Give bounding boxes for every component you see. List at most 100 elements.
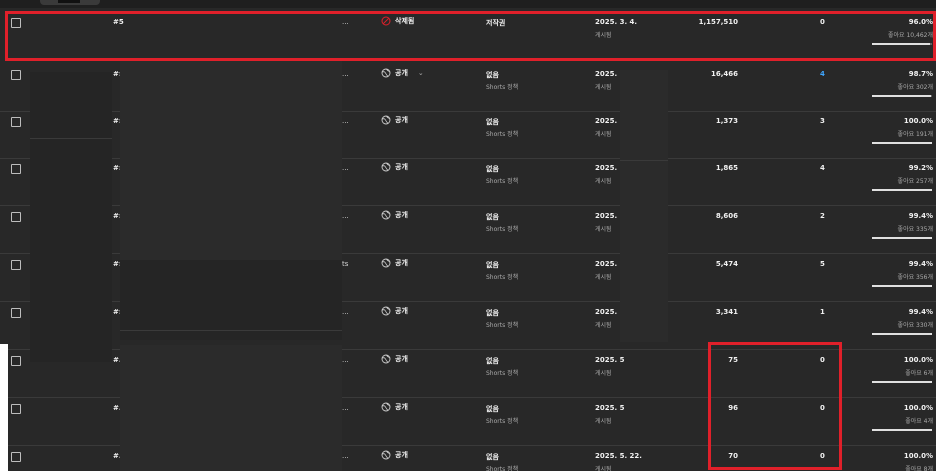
visibility-label: 공개: [395, 307, 408, 315]
comments-count: 2: [820, 212, 825, 220]
likes-bar-fill: [872, 285, 932, 287]
globe-icon: [381, 450, 391, 460]
views-count: 1,373: [715, 117, 738, 125]
content-table-screen: #5... 삭제됨 저작권 2025. 3. 4. 게시됨 1,157,510 0 96.0%…: [0, 0, 936, 471]
visibility-cell[interactable]: 공개: [381, 258, 408, 268]
visibility-cell[interactable]: 공개: [381, 115, 408, 125]
comments-count[interactable]: 4: [820, 70, 825, 78]
visibility-label: 공개: [395, 355, 408, 363]
comments-count: 5: [820, 260, 825, 268]
row-checkbox[interactable]: [11, 260, 21, 270]
globe-icon: [381, 306, 391, 316]
date-label: 2025. 5. 22.: [595, 452, 642, 460]
likes-count: 좋아요 302개: [897, 84, 933, 91]
visibility-label: 공개: [395, 69, 408, 77]
restriction-label: 없음: [486, 309, 499, 317]
likes-bar: [872, 285, 932, 287]
likes-bar-fill: [872, 429, 932, 431]
likes-count: 좋아요 191개: [897, 131, 933, 138]
globe-icon: [381, 354, 391, 364]
video-title-truncated: ...: [342, 356, 349, 364]
globe-icon: [381, 162, 391, 172]
likes-bar: [872, 333, 932, 335]
visibility-cell[interactable]: 공개: [381, 450, 408, 460]
likes-percent: 100.0%: [903, 404, 933, 412]
visibility-label: 공개: [395, 116, 408, 124]
likes-percent: 100.0%: [903, 356, 933, 364]
date-status: 게시됨: [595, 418, 612, 425]
restriction-label: 없음: [486, 71, 499, 79]
date-status: 게시됨: [595, 466, 612, 471]
restriction-label: 없음: [486, 405, 499, 413]
visibility-label: 공개: [395, 403, 408, 411]
globe-icon: [381, 210, 391, 220]
likes-bar-fill: [872, 142, 932, 144]
window-edge: [0, 344, 8, 471]
likes-bar-fill: [872, 333, 932, 335]
date-status: 게시됨: [595, 274, 612, 281]
comments-count: 3: [820, 117, 825, 125]
date-label: 2025. 5: [595, 356, 625, 364]
visibility-cell[interactable]: 공개: [381, 162, 408, 172]
row-checkbox[interactable]: [11, 404, 21, 414]
restriction-label: 없음: [486, 453, 499, 461]
visibility-cell[interactable]: 공개: [381, 402, 408, 412]
redaction-edge: [620, 160, 668, 161]
visibility-cell[interactable]: 공개 ⌄: [381, 68, 424, 78]
video-title-truncated: ts: [342, 260, 349, 268]
row-checkbox[interactable]: [11, 164, 21, 174]
top-bar: [0, 0, 936, 8]
top-tab-indicator: [58, 0, 80, 3]
restriction-label: 없음: [486, 213, 499, 221]
likes-count: 좋아요 6개: [905, 370, 933, 377]
likes-count: 좋아요 356개: [897, 274, 933, 281]
redaction-block: [620, 70, 668, 342]
likes-percent: 100.0%: [903, 452, 933, 460]
likes-bar: [872, 237, 932, 239]
visibility-label: 공개: [395, 259, 408, 267]
visibility-label: 공개: [395, 211, 408, 219]
visibility-cell[interactable]: 공개: [381, 306, 408, 316]
likes-bar: [872, 142, 932, 144]
likes-bar: [872, 189, 932, 191]
restriction-sub: Shorts 정책: [486, 84, 519, 91]
comments-count: 4: [820, 164, 825, 172]
visibility-cell[interactable]: 공개: [381, 354, 408, 364]
likes-count: 좋아요 8개: [905, 466, 933, 471]
globe-icon: [381, 68, 391, 78]
likes-percent: 99.4%: [908, 308, 933, 316]
likes-bar: [872, 429, 932, 431]
redaction-block: [30, 72, 112, 362]
video-title-truncated: ...: [342, 117, 349, 125]
restriction-label: 없음: [486, 357, 499, 365]
video-title-truncated: ...: [342, 164, 349, 172]
views-count: 1,865: [715, 164, 738, 172]
redaction-block: [120, 260, 342, 340]
likes-bar-fill: [872, 237, 932, 239]
video-title-truncated: ...: [342, 452, 349, 460]
views-count: 3,341: [715, 308, 738, 316]
restriction-sub: Shorts 정책: [486, 274, 519, 281]
restriction-sub: Shorts 정책: [486, 370, 519, 377]
globe-icon: [381, 115, 391, 125]
visibility-label: 공개: [395, 163, 408, 171]
likes-count: 좋아요 330개: [897, 322, 933, 329]
row-checkbox[interactable]: [11, 308, 21, 318]
annotation-box-views-comments: [708, 342, 842, 470]
row-checkbox[interactable]: [11, 452, 21, 462]
likes-percent: 99.4%: [908, 212, 933, 220]
restriction-label: 없음: [486, 165, 499, 173]
date-status: 게시됨: [595, 84, 612, 91]
restriction-label: 없음: [486, 118, 499, 126]
likes-count: 좋아요 335개: [897, 226, 933, 233]
row-checkbox[interactable]: [11, 212, 21, 222]
visibility-cell[interactable]: 공개: [381, 210, 408, 220]
row-checkbox[interactable]: [11, 70, 21, 80]
chevron-down-icon[interactable]: ⌄: [418, 69, 424, 77]
date-status: 게시됨: [595, 226, 612, 233]
row-checkbox[interactable]: [11, 117, 21, 127]
views-count: 16,466: [710, 70, 738, 78]
date-label: 2025. 5: [595, 404, 625, 412]
row-checkbox[interactable]: [11, 356, 21, 366]
likes-percent: 100.0%: [903, 117, 933, 125]
